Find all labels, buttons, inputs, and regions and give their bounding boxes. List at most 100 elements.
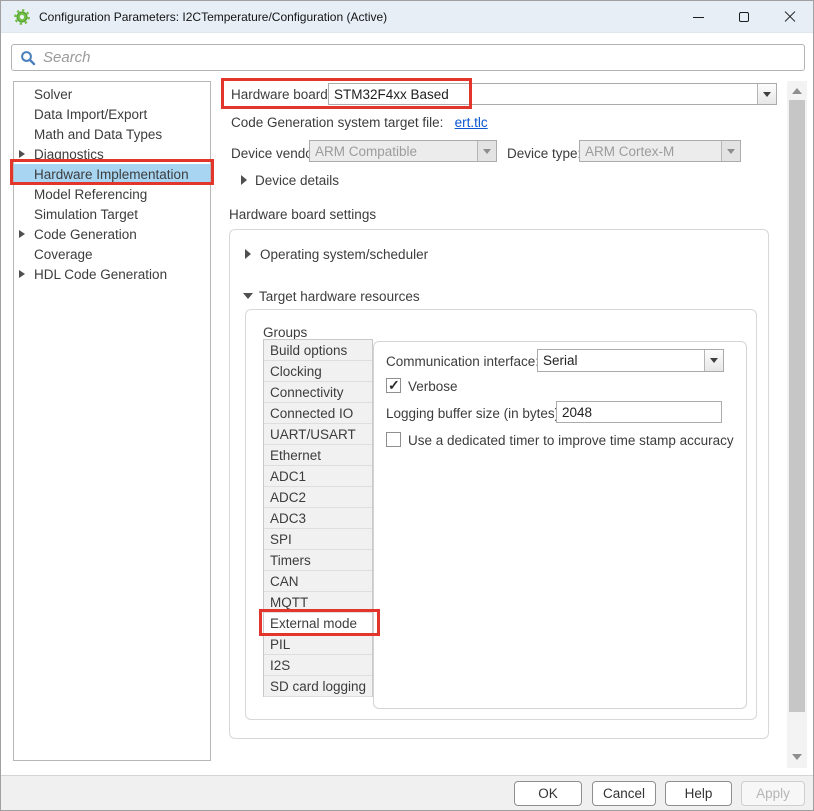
search-input[interactable] — [43, 46, 804, 69]
search-box — [11, 44, 805, 71]
group-row-mqtt[interactable]: MQTT — [264, 592, 372, 613]
footer-bar: OK Cancel Help Apply — [1, 775, 814, 811]
vertical-scrollbar[interactable] — [787, 81, 807, 768]
device-details-label[interactable]: Device details — [255, 173, 339, 188]
verbose-checkbox[interactable] — [386, 378, 401, 393]
group-row-uart-usart[interactable]: UART/USART — [264, 424, 372, 445]
sidebar-item-label: Simulation Target — [34, 207, 138, 222]
group-row-label: ADC1 — [270, 469, 306, 484]
group-row-external-mode[interactable]: External mode — [264, 613, 372, 634]
maximize-button[interactable] — [721, 1, 767, 33]
comm-interface-combo[interactable]: Serial — [537, 349, 724, 372]
external-mode-settings-panel — [373, 341, 747, 709]
device-details-expand-icon[interactable] — [241, 175, 247, 185]
group-row-i2s[interactable]: I2S — [264, 655, 372, 676]
group-row-label: Ethernet — [270, 448, 321, 463]
buffer-size-input[interactable] — [556, 401, 722, 423]
help-button[interactable]: Help — [665, 781, 732, 806]
sidebar-item-solver[interactable]: Solver — [14, 84, 210, 104]
group-row-label: Connectivity — [270, 385, 344, 400]
group-row-label: Connected IO — [270, 406, 353, 421]
group-row-adc2[interactable]: ADC2 — [264, 487, 372, 508]
device-type-combo: ARM Cortex-M — [579, 140, 741, 162]
device-vendor-label: Device vendor: — [231, 146, 321, 161]
group-row-can[interactable]: CAN — [264, 571, 372, 592]
device-type-value: ARM Cortex-M — [580, 141, 721, 161]
group-row-label: MQTT — [270, 595, 308, 610]
maximize-icon — [739, 12, 749, 22]
device-type-label: Device type: — [507, 146, 581, 161]
configuration-parameters-dialog: Configuration Parameters: I2CTemperature… — [0, 0, 814, 811]
chevron-down-icon — [721, 141, 740, 161]
sidebar-item-math-and-data-types[interactable]: Math and Data Types — [14, 124, 210, 144]
sidebar-item-code-generation[interactable]: Code Generation — [14, 224, 210, 244]
minimize-button[interactable] — [675, 1, 721, 33]
sidebar-item-label: HDL Code Generation — [34, 267, 167, 282]
group-row-adc1[interactable]: ADC1 — [264, 466, 372, 487]
target-resources-collapse-icon[interactable] — [243, 293, 253, 299]
title-bar: Configuration Parameters: I2CTemperature… — [1, 1, 813, 33]
close-icon — [784, 11, 796, 23]
simulink-settings-gear-icon — [14, 9, 30, 25]
sidebar-item-label: Coverage — [34, 247, 93, 262]
group-row-label: PIL — [270, 637, 290, 652]
expand-arrow-icon[interactable] — [19, 230, 25, 238]
group-row-label: Timers — [270, 553, 311, 568]
hardware-board-combo[interactable]: STM32F4xx Based — [328, 83, 777, 105]
cancel-button[interactable]: Cancel — [592, 781, 656, 806]
group-row-sd-card-logging[interactable]: SD card logging — [264, 676, 372, 697]
os-scheduler-expand-icon[interactable] — [245, 249, 251, 259]
group-row-label: I2S — [270, 658, 290, 673]
category-tree: Solver Data Import/Export Math and Data … — [13, 81, 211, 761]
group-row-adc3[interactable]: ADC3 — [264, 508, 372, 529]
dedicated-timer-checkbox[interactable] — [386, 432, 401, 447]
close-button[interactable] — [767, 1, 813, 33]
scroll-up-icon[interactable] — [792, 88, 802, 94]
sidebar-item-label: Hardware Implementation — [34, 167, 189, 182]
sidebar-item-label: Code Generation — [34, 227, 137, 242]
sidebar-item-hardware-implementation[interactable]: Hardware Implementation — [14, 164, 210, 184]
sidebar-item-label: Math and Data Types — [34, 127, 162, 142]
sidebar-item-hdl-code-generation[interactable]: HDL Code Generation — [14, 264, 210, 284]
sidebar-item-label: Data Import/Export — [34, 107, 147, 122]
sidebar-item-label: Model Referencing — [34, 187, 147, 202]
target-file-link[interactable]: ert.tlc — [455, 115, 488, 130]
device-vendor-value: ARM Compatible — [310, 141, 477, 161]
dedicated-timer-label[interactable]: Use a dedicated timer to improve time st… — [408, 433, 734, 448]
group-row-ethernet[interactable]: Ethernet — [264, 445, 372, 466]
ok-button[interactable]: OK — [514, 781, 582, 806]
chevron-down-icon[interactable] — [757, 84, 776, 104]
group-row-label: ADC2 — [270, 490, 306, 505]
scrollbar-thumb[interactable] — [789, 100, 805, 712]
expand-arrow-icon[interactable] — [19, 270, 25, 278]
sidebar-item-simulation-target[interactable]: Simulation Target — [14, 204, 210, 224]
sidebar-item-data-import-export[interactable]: Data Import/Export — [14, 104, 210, 124]
group-row-spi[interactable]: SPI — [264, 529, 372, 550]
scroll-down-icon[interactable] — [792, 754, 802, 760]
expand-arrow-icon[interactable] — [19, 150, 25, 158]
os-scheduler-label[interactable]: Operating system/scheduler — [260, 247, 428, 262]
hardware-board-value: STM32F4xx Based — [329, 84, 757, 104]
group-row-timers[interactable]: Timers — [264, 550, 372, 571]
search-icon — [20, 50, 36, 66]
sidebar-item-coverage[interactable]: Coverage — [14, 244, 210, 264]
target-file-label: Code Generation system target file: — [231, 115, 443, 130]
sidebar-item-diagnostics[interactable]: Diagnostics — [14, 144, 210, 164]
apply-button: Apply — [741, 781, 805, 806]
comm-interface-value: Serial — [538, 350, 704, 371]
group-row-connected-io[interactable]: Connected IO — [264, 403, 372, 424]
verbose-label[interactable]: Verbose — [408, 379, 458, 394]
sidebar-item-label: Solver — [34, 87, 72, 102]
group-row-label: Clocking — [270, 364, 322, 379]
group-row-pil[interactable]: PIL — [264, 634, 372, 655]
minimize-icon — [693, 17, 704, 18]
group-row-clocking[interactable]: Clocking — [264, 361, 372, 382]
groups-title: Groups — [263, 325, 307, 340]
sidebar-item-label: Diagnostics — [34, 147, 104, 162]
chevron-down-icon[interactable] — [704, 350, 723, 371]
window-title: Configuration Parameters: I2CTemperature… — [39, 10, 387, 24]
sidebar-item-model-referencing[interactable]: Model Referencing — [14, 184, 210, 204]
group-row-connectivity[interactable]: Connectivity — [264, 382, 372, 403]
target-resources-label[interactable]: Target hardware resources — [259, 289, 420, 304]
group-row-build-options[interactable]: Build options — [264, 340, 372, 361]
